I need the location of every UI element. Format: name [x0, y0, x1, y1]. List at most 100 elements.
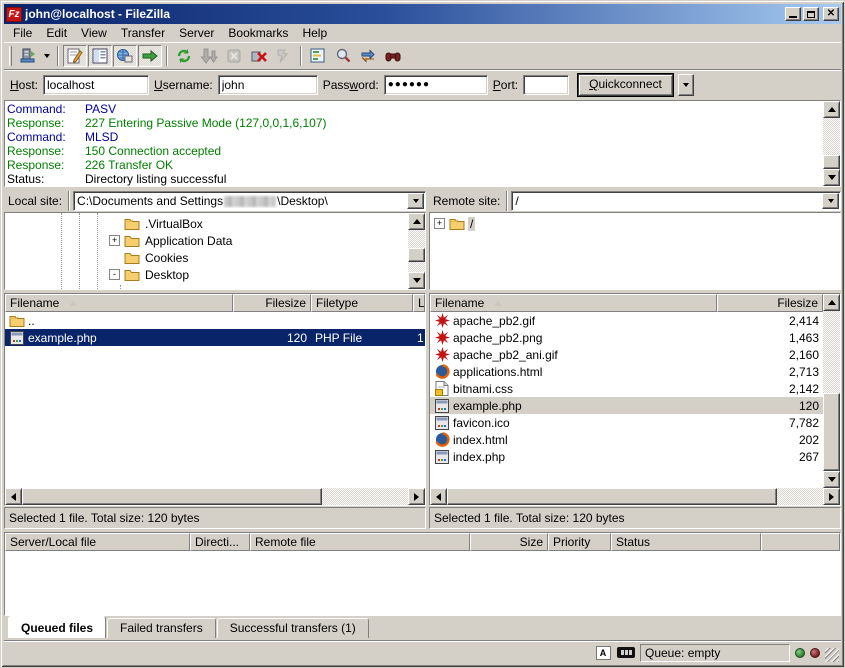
scroll-up-button[interactable] — [823, 294, 840, 311]
remote-list-scrollbar[interactable] — [823, 294, 840, 488]
combo-dropdown-button[interactable] — [407, 193, 424, 209]
menu-help[interactable]: Help — [295, 25, 334, 41]
maximize-button[interactable] — [803, 7, 819, 21]
local-list-body[interactable]: .. example.php 120 PHP File 1 — [5, 312, 425, 488]
tree-item-desktop[interactable]: - Desktop — [5, 266, 408, 283]
file-row[interactable]: favicon.ico 7,782 — [430, 414, 823, 431]
refresh-button[interactable] — [172, 45, 196, 67]
scroll-left-button[interactable] — [430, 488, 447, 505]
column-header-direction[interactable]: Directi... — [190, 533, 250, 551]
scroll-up-button[interactable] — [823, 101, 840, 118]
tree-item-application-data[interactable]: + Application Data — [5, 232, 408, 249]
remote-site-path: / — [512, 194, 821, 208]
toggle-message-log-button[interactable] — [63, 45, 87, 67]
log-line: Response:150 Connection accepted — [7, 144, 821, 158]
site-manager-dropdown[interactable] — [41, 45, 53, 67]
find-files-button[interactable] — [381, 45, 405, 67]
close-button[interactable]: ✕ — [823, 7, 839, 21]
password-input[interactable] — [384, 75, 488, 95]
combo-dropdown-button[interactable] — [822, 193, 839, 209]
toolbar-grip[interactable] — [9, 46, 12, 66]
remote-directory-tree[interactable]: + / — [430, 213, 840, 289]
column-header-server-local-file[interactable]: Server/Local file — [5, 533, 190, 551]
menu-transfer[interactable]: Transfer — [114, 25, 172, 41]
expand-icon[interactable]: + — [109, 235, 120, 246]
port-input[interactable] — [523, 75, 569, 95]
remote-site-combobox[interactable]: / — [511, 191, 841, 211]
remote-list-hscrollbar[interactable] — [430, 488, 840, 505]
speed-limits-icon[interactable] — [617, 645, 635, 660]
column-header-filename[interactable]: Filename — [430, 294, 717, 312]
scroll-down-button[interactable] — [823, 471, 840, 488]
file-row[interactable]: bitnami.css 2,142 — [430, 380, 823, 397]
tree-item-root[interactable]: + / — [430, 215, 840, 232]
column-header-status[interactable]: Status — [611, 533, 761, 551]
queue-header: Server/Local file Directi... Remote file… — [5, 533, 840, 551]
quickconnect-dropdown[interactable] — [678, 74, 694, 96]
local-directory-tree[interactable]: .VirtualBox + Application Data Cookies - — [5, 213, 408, 289]
tab-queued-files[interactable]: Queued files — [8, 616, 106, 638]
menu-edit[interactable]: Edit — [39, 25, 74, 41]
username-input[interactable] — [218, 75, 318, 95]
local-tree-scrollbar[interactable] — [408, 213, 425, 289]
log-scrollbar[interactable] — [823, 101, 840, 186]
toggle-transfer-queue-button[interactable] — [138, 45, 162, 67]
file-row[interactable]: apache_pb2_ani.gif 2,160 — [430, 346, 823, 363]
synchronized-browsing-button[interactable] — [356, 45, 380, 67]
host-input[interactable] — [43, 75, 149, 95]
scroll-right-button[interactable] — [823, 488, 840, 505]
toggle-remote-tree-button[interactable] — [113, 45, 137, 67]
scrollbar-thumb[interactable] — [22, 488, 322, 505]
file-row[interactable]: index.php 267 — [430, 448, 823, 465]
file-row[interactable]: index.html 202 — [430, 431, 823, 448]
scrollbar-thumb[interactable] — [823, 393, 840, 471]
column-header-filename[interactable]: Filename — [5, 294, 233, 312]
tree-item-virtualbox[interactable]: .VirtualBox — [5, 215, 408, 232]
local-list-hscrollbar[interactable] — [5, 488, 425, 505]
column-header-filesize[interactable]: Filesize — [717, 294, 823, 312]
resize-grip[interactable] — [825, 648, 839, 662]
scrollbar-thumb[interactable] — [447, 488, 777, 505]
column-header-size[interactable]: Size — [470, 533, 548, 551]
reconnect-button[interactable] — [272, 45, 296, 67]
local-site-combobox[interactable]: C:\Documents and Settings\Desktop\ — [73, 191, 426, 211]
column-header-last-modified[interactable]: L — [413, 294, 425, 312]
column-header-filetype[interactable]: Filetype — [311, 294, 413, 312]
scroll-left-button[interactable] — [5, 488, 22, 505]
scroll-down-button[interactable] — [823, 169, 840, 186]
remote-list-body[interactable]: apache_pb2.gif 2,414 apache_pb2.png 1,46… — [430, 312, 823, 488]
scrollbar-thumb[interactable] — [408, 248, 425, 262]
file-row[interactable]: apache_pb2.png 1,463 — [430, 329, 823, 346]
disconnect-button[interactable] — [247, 45, 271, 67]
file-row-selected[interactable]: example.php 120 — [430, 397, 823, 414]
cancel-operation-button[interactable] — [222, 45, 246, 67]
collapse-icon[interactable]: - — [109, 269, 120, 280]
menu-view[interactable]: View — [74, 25, 114, 41]
tree-item-cookies[interactable]: Cookies — [5, 249, 408, 266]
quickconnect-button[interactable]: Quickconnect — [578, 74, 673, 96]
toggle-local-tree-button[interactable] — [88, 45, 112, 67]
file-row[interactable]: apache_pb2.gif 2,414 — [430, 312, 823, 329]
process-queue-button[interactable] — [197, 45, 221, 67]
menu-bookmarks[interactable]: Bookmarks — [221, 25, 295, 41]
column-header-priority[interactable]: Priority — [548, 533, 611, 551]
file-row-parent-dir[interactable]: .. — [5, 312, 425, 329]
tab-failed-transfers[interactable]: Failed transfers — [107, 618, 216, 638]
expand-icon[interactable]: + — [434, 218, 445, 229]
tab-successful-transfers[interactable]: Successful transfers (1) — [217, 618, 369, 638]
file-row[interactable]: applications.html 2,713 — [430, 363, 823, 380]
directory-comparison-button[interactable] — [331, 45, 355, 67]
menu-file[interactable]: File — [6, 25, 39, 41]
scroll-right-button[interactable] — [408, 488, 425, 505]
scroll-up-button[interactable] — [408, 213, 425, 230]
filename-filters-button[interactable] — [306, 45, 330, 67]
menu-server[interactable]: Server — [172, 25, 221, 41]
file-row-selected[interactable]: example.php 120 PHP File 1 — [5, 329, 425, 346]
scroll-down-button[interactable] — [408, 272, 425, 289]
scrollbar-thumb[interactable] — [823, 155, 840, 169]
queue-body[interactable] — [5, 551, 840, 615]
site-manager-button[interactable] — [16, 45, 40, 67]
column-header-remote-file[interactable]: Remote file — [250, 533, 470, 551]
column-header-filesize[interactable]: Filesize — [233, 294, 311, 312]
minimize-button[interactable] — [785, 7, 801, 21]
